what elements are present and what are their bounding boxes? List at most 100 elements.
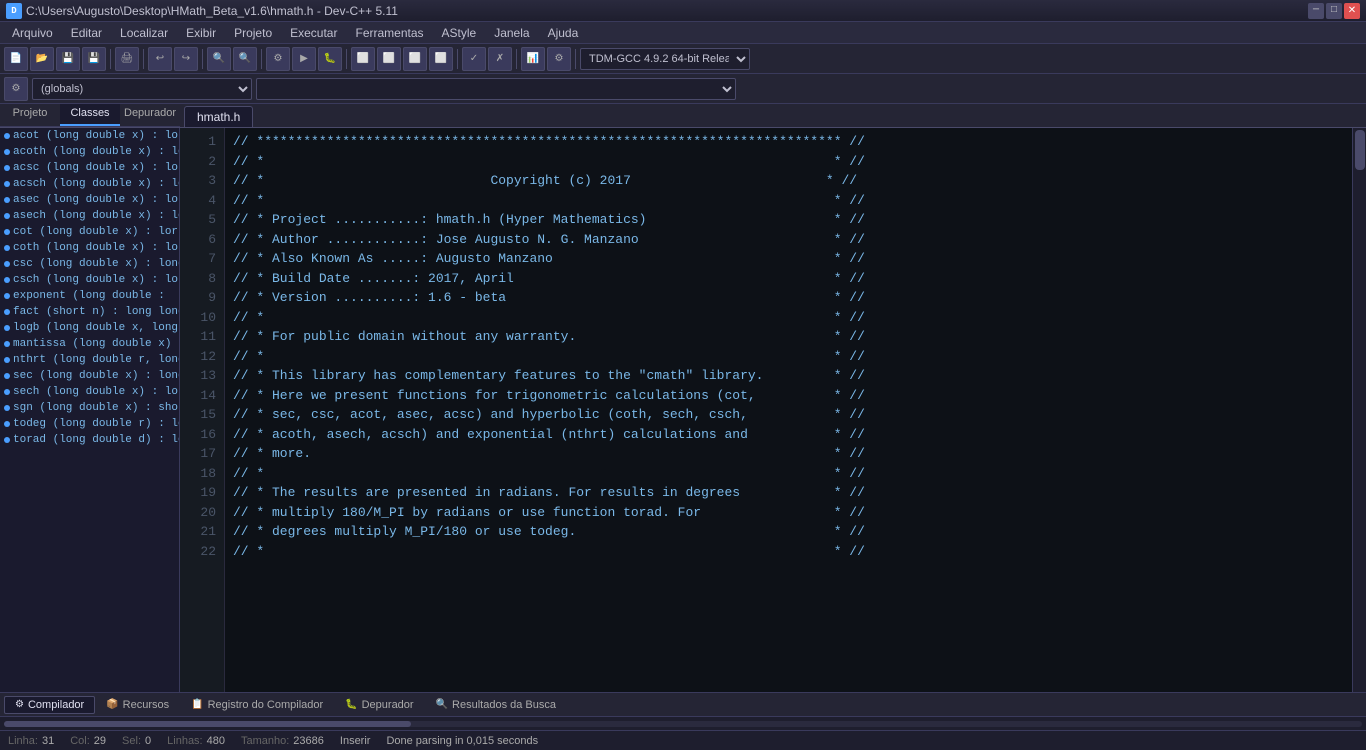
sidebar-item[interactable]: csc (long double x) : long: [0, 256, 179, 272]
save-all-button[interactable]: 💾: [82, 47, 106, 71]
line-number: 21: [188, 522, 216, 542]
status-sel: Sel: 0: [122, 735, 151, 747]
line-number: 20: [188, 503, 216, 523]
line-number: 13: [188, 366, 216, 386]
sidebar-item[interactable]: acsch (long double x) : lo: [0, 176, 179, 192]
toolbar-sep-6: [457, 49, 458, 69]
chart-button[interactable]: 📊: [521, 47, 545, 71]
sidebar-item[interactable]: acot (long double x) : lor: [0, 128, 179, 144]
menu-exibir[interactable]: Exibir: [178, 24, 224, 42]
line-number: 4: [188, 191, 216, 211]
sidebar-tab-classes[interactable]: Classes: [60, 104, 120, 126]
unindent-button[interactable]: ⬜: [377, 47, 401, 71]
save-button[interactable]: 💾: [56, 47, 80, 71]
compilador-icon: ⚙: [15, 699, 24, 710]
scrollbar-thumb[interactable]: [1355, 130, 1365, 170]
line-number: 16: [188, 425, 216, 445]
sidebar-item[interactable]: sgn (long double x) : sho: [0, 400, 179, 416]
sidebar-dot: [4, 293, 10, 299]
toolbar-sep-3: [202, 49, 203, 69]
indent-button[interactable]: ⬜: [351, 47, 375, 71]
toolbar-main: 📄 📂 💾 💾 🖨 ↩ ↪ 🔍 🔍 ⚙ ▶ 🐛 ⬜ ⬜ ⬜ ⬜ ✓ ✗ 📊 ⚙ …: [0, 44, 1366, 74]
sidebar-item[interactable]: cot (long double x) : lor: [0, 224, 179, 240]
sidebar-item[interactable]: sec (long double x) : long: [0, 368, 179, 384]
depurador-icon: 🐛: [345, 699, 357, 710]
globals-dropdown[interactable]: (globals): [32, 78, 252, 100]
vertical-scrollbar[interactable]: [1352, 128, 1366, 692]
back-button[interactable]: ⚙: [4, 77, 28, 101]
sidebar-item[interactable]: mantissa (long double x): [0, 336, 179, 352]
search-button[interactable]: 🔍: [207, 47, 231, 71]
toggle-button[interactable]: ⬜: [403, 47, 427, 71]
line-number: 19: [188, 483, 216, 503]
minimize-button[interactable]: ─: [1308, 3, 1324, 19]
maximize-button[interactable]: □: [1326, 3, 1342, 19]
sidebar-dot: [4, 245, 10, 251]
debug-button[interactable]: 🐛: [318, 47, 342, 71]
app-icon: D: [6, 3, 22, 19]
sidebar-item[interactable]: logb (long double x, long: [0, 320, 179, 336]
menu-editar[interactable]: Editar: [63, 24, 110, 42]
registro-icon: 📋: [191, 699, 203, 710]
compiler-dropdown[interactable]: TDM-GCC 4.9.2 64-bit Release: [580, 48, 750, 70]
code-line: // * Project ...........: hmath.h (Hyper…: [233, 210, 1344, 230]
gear-button[interactable]: ⚙: [547, 47, 571, 71]
title-bar: D C:\Users\Augusto\Desktop\HMath_Beta_v1…: [0, 0, 1366, 22]
open-button[interactable]: 📂: [30, 47, 54, 71]
redo-button[interactable]: ↪: [174, 47, 198, 71]
bottom-tab-registro[interactable]: 📋 Registro do Compilador: [180, 696, 334, 714]
hscrollbar-thumb[interactable]: [4, 721, 411, 727]
sidebar-item[interactable]: acoth (long double x) : lo: [0, 144, 179, 160]
sidebar-item[interactable]: asech (long double x) : lo: [0, 208, 179, 224]
sidebar-item[interactable]: nthrt (long double r, long: [0, 352, 179, 368]
check-button[interactable]: ✓: [462, 47, 486, 71]
line-number: 14: [188, 386, 216, 406]
menu-projeto[interactable]: Projeto: [226, 24, 280, 42]
sidebar-item[interactable]: todeg (long double r) : lo: [0, 416, 179, 432]
sidebar-dot: [4, 229, 10, 235]
stop-button[interactable]: ✗: [488, 47, 512, 71]
window-title: C:\Users\Augusto\Desktop\HMath_Beta_v1.6…: [26, 4, 398, 18]
code-line: // * * //: [233, 191, 1344, 211]
line-number: 7: [188, 249, 216, 269]
editor-area: 12345678910111213141516171819202122 // *…: [180, 128, 1366, 692]
run-button[interactable]: ▶: [292, 47, 316, 71]
sidebar-tab-projeto[interactable]: Projeto: [0, 104, 60, 126]
print-button[interactable]: 🖨: [115, 47, 139, 71]
compile-button[interactable]: ⚙: [266, 47, 290, 71]
menu-executar[interactable]: Executar: [282, 24, 345, 42]
search2-button[interactable]: 🔍: [233, 47, 257, 71]
menu-ajuda[interactable]: Ajuda: [540, 24, 587, 42]
status-line: Linha: 31: [8, 735, 54, 747]
menu-arquivo[interactable]: Arquivo: [4, 24, 61, 42]
sidebar-item[interactable]: csch (long double x) : lor: [0, 272, 179, 288]
sidebar-dot: [4, 261, 10, 267]
horizontal-scrollbar[interactable]: [0, 716, 1366, 730]
bottom-tab-busca[interactable]: 🔍 Resultados da Busca: [425, 696, 567, 714]
new-button[interactable]: 📄: [4, 47, 28, 71]
sidebar-item[interactable]: asec (long double x) : lor: [0, 192, 179, 208]
format-button[interactable]: ⬜: [429, 47, 453, 71]
code-line: // * acoth, asech, acsch) and exponentia…: [233, 425, 1344, 445]
undo-button[interactable]: ↩: [148, 47, 172, 71]
sidebar-dot: [4, 437, 10, 443]
sidebar-item[interactable]: torad (long double d) : lo: [0, 432, 179, 448]
tab-hmath[interactable]: hmath.h: [184, 106, 253, 127]
menu-ferramentas[interactable]: Ferramentas: [347, 24, 431, 42]
function-dropdown[interactable]: [256, 78, 736, 100]
menu-janela[interactable]: Janela: [486, 24, 537, 42]
sidebar-item[interactable]: coth (long double x) : lor: [0, 240, 179, 256]
sidebar-tab-depurador[interactable]: Depurador: [120, 104, 180, 126]
sidebar-item[interactable]: exponent (long double :: [0, 288, 179, 304]
code-line: // * Author ............: Jose Augusto N…: [233, 230, 1344, 250]
menu-astyle[interactable]: AStyle: [434, 24, 485, 42]
bottom-tab-compilador[interactable]: ⚙ Compilador: [4, 696, 95, 714]
sidebar-item[interactable]: sech (long double x) : lo: [0, 384, 179, 400]
code-content[interactable]: // *************************************…: [225, 128, 1352, 692]
bottom-tab-recursos[interactable]: 📦 Recursos: [95, 696, 180, 714]
menu-localizar[interactable]: Localizar: [112, 24, 176, 42]
sidebar-item[interactable]: fact (short n) : long long: [0, 304, 179, 320]
bottom-tab-depurador[interactable]: 🐛 Depurador: [334, 696, 424, 714]
sidebar-item[interactable]: acsc (long double x) : lor: [0, 160, 179, 176]
close-button[interactable]: ✕: [1344, 3, 1360, 19]
